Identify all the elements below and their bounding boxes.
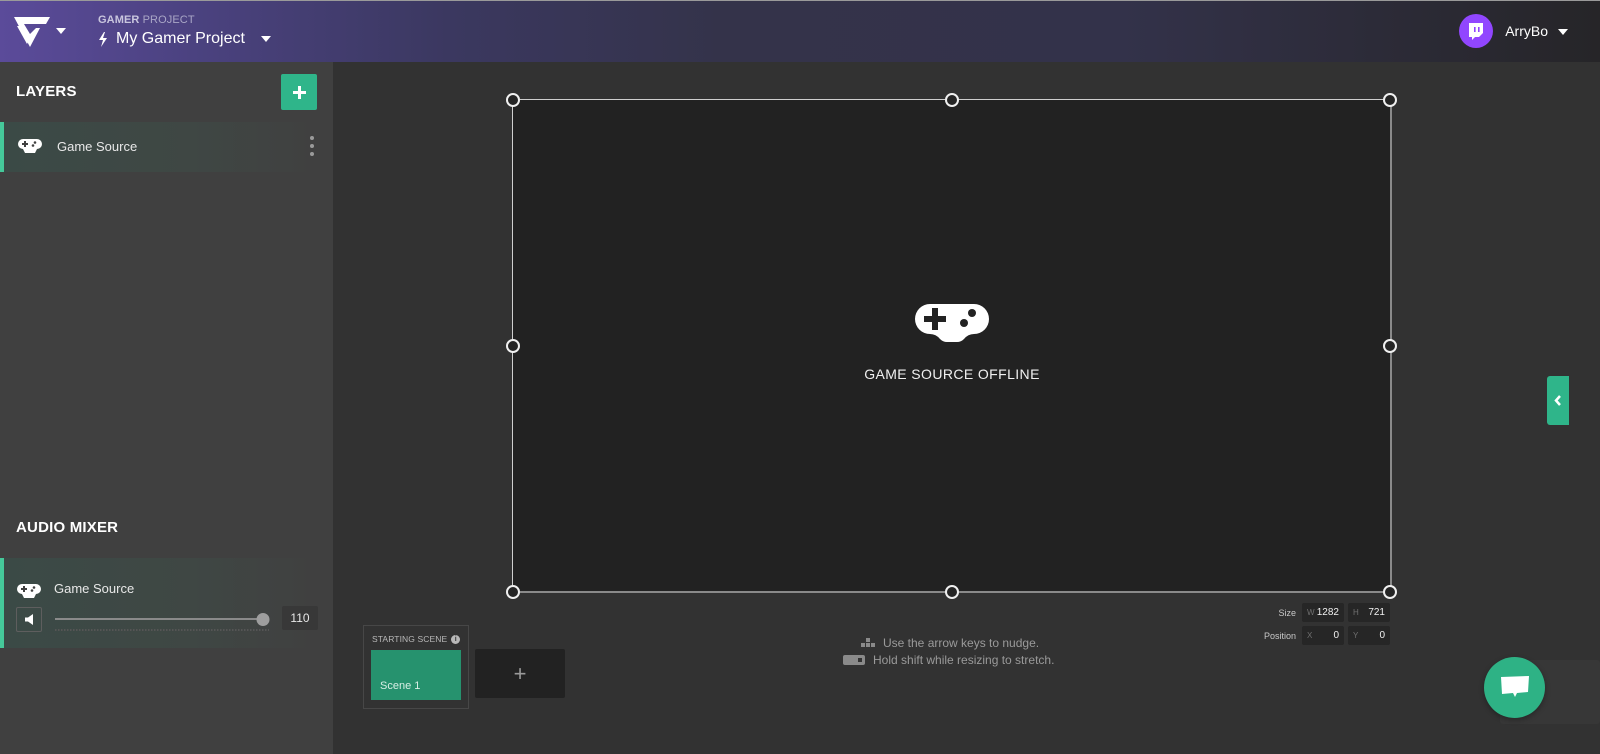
expand-panel-button[interactable] — [1547, 376, 1569, 425]
x-field[interactable]: X0 — [1302, 626, 1344, 645]
position-readout: Position X0 Y0 — [1236, 626, 1394, 645]
chat-bubble-icon — [1500, 675, 1529, 697]
y-field[interactable]: Y0 — [1348, 626, 1390, 645]
scene-card[interactable]: Scene 1 — [371, 650, 461, 700]
volume-value[interactable]: 110 — [282, 606, 318, 630]
twitch-icon — [1469, 23, 1484, 40]
logo-menu-caret-icon[interactable] — [56, 28, 66, 34]
audio-mixer-title: AUDIO MIXER — [16, 519, 119, 536]
gamepad-icon — [17, 584, 41, 598]
hint-stretch: Hold shift while resizing to stretch. — [843, 653, 1054, 667]
shift-key-icon — [843, 655, 865, 665]
layer-label: Game Source — [57, 139, 138, 154]
offline-indicator — [852, 303, 1052, 348]
app-header: GAMER PROJECT My Gamer Project ArryBo — [0, 1, 1600, 62]
twitch-avatar — [1459, 14, 1494, 48]
sidebar: LAYERS Game Source AUDIO MIXER Game Sour… — [0, 62, 333, 754]
bolt-icon — [99, 31, 107, 47]
height-field[interactable]: H 721 — [1348, 603, 1390, 622]
project-name: My Gamer Project — [116, 30, 245, 47]
gamepad-icon — [915, 304, 989, 342]
resize-handle-bottom-left[interactable] — [506, 585, 520, 599]
resize-handle-bottom-right[interactable] — [1383, 585, 1397, 599]
resize-handle-bottom[interactable] — [945, 585, 959, 599]
volume-slider[interactable] — [55, 613, 270, 627]
starting-scene-label: STARTING SCENE i — [372, 634, 461, 644]
chevron-left-icon — [1554, 395, 1561, 406]
hint-nudge: Use the arrow keys to nudge. — [861, 636, 1039, 650]
add-layer-button[interactable] — [281, 74, 317, 110]
audio-source-label: Game Source — [54, 581, 135, 596]
volume-meter — [55, 629, 269, 631]
resize-handle-top[interactable] — [945, 93, 959, 107]
info-icon[interactable]: i — [451, 634, 461, 644]
size-label: Size — [1278, 607, 1296, 618]
user-menu[interactable]: ArryBo — [1459, 14, 1568, 48]
arrow-keys-icon — [861, 638, 875, 647]
volume-slider-thumb[interactable] — [256, 613, 270, 626]
layer-item-game-source[interactable]: Game Source — [0, 122, 317, 172]
scene-label: Scene 1 — [380, 680, 421, 692]
project-selector[interactable]: My Gamer Project — [98, 30, 271, 48]
layers-title: LAYERS — [16, 83, 77, 100]
plus-icon — [292, 85, 306, 99]
audio-source-game-source: Game Source 110 — [0, 558, 318, 648]
logo-icon[interactable] — [14, 14, 50, 50]
position-label: Position — [1263, 630, 1296, 641]
resize-handle-top-left[interactable] — [506, 93, 520, 107]
size-readout: Size W 1282 H 721 — [1236, 603, 1394, 622]
volume-slider-track — [55, 618, 269, 620]
chat-button[interactable] — [1484, 657, 1545, 718]
resize-handle-top-right[interactable] — [1383, 93, 1397, 107]
add-scene-button[interactable]: + — [475, 649, 565, 698]
chevron-down-icon — [1558, 29, 1568, 35]
chevron-down-icon — [260, 36, 271, 42]
speaker-icon — [24, 614, 33, 625]
width-field[interactable]: W 1282 — [1302, 603, 1344, 622]
resize-handle-left[interactable] — [506, 339, 520, 353]
project-label: GAMER PROJECT — [98, 14, 195, 26]
offline-text: GAME SOURCE OFFLINE — [864, 366, 1040, 382]
resize-handle-right[interactable] — [1383, 339, 1397, 353]
layer-options-icon[interactable] — [309, 136, 315, 156]
user-name: ArryBo — [1505, 23, 1548, 39]
gamepad-icon — [18, 139, 42, 153]
mute-button[interactable] — [16, 607, 42, 632]
starting-scene-panel: STARTING SCENE i Scene 1 — [363, 625, 469, 709]
